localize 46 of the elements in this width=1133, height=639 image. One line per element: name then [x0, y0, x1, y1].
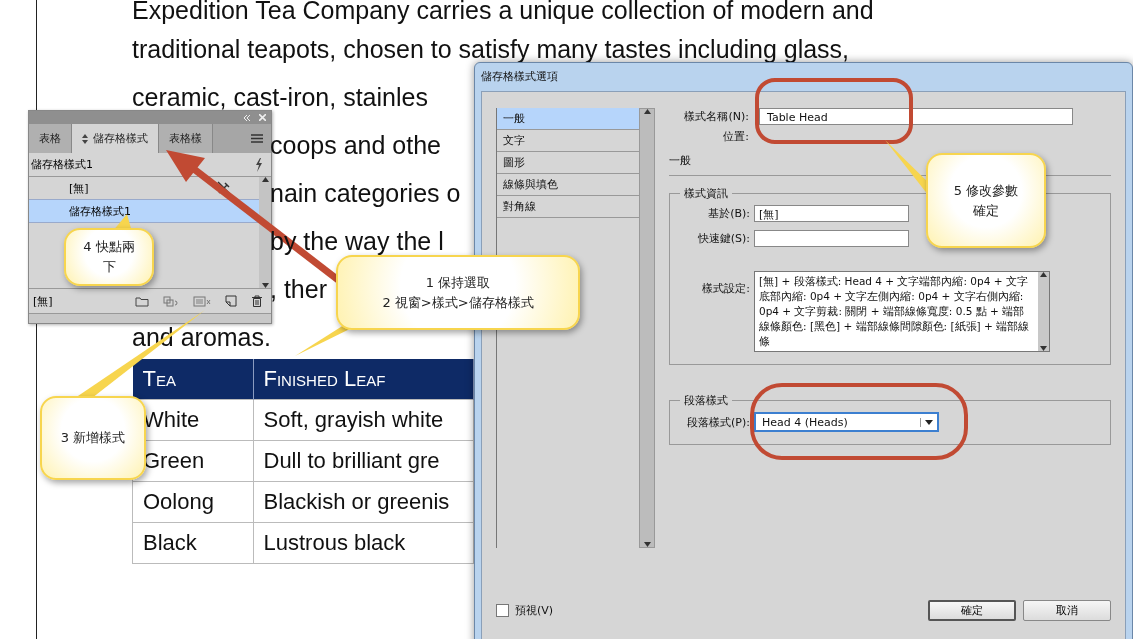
body-text: traditional teapots, chosen to satisfy many tastes including glass, [132, 35, 850, 63]
callout-text: 5 修改參數 [953, 181, 1019, 200]
window-title: 儲存格樣式選項 [481, 69, 559, 85]
callout-text: 確定 [973, 201, 999, 220]
ok-button[interactable]: 確定 [928, 600, 1016, 621]
style-name-field[interactable]: Table Head [759, 108, 1073, 125]
panel-tab[interactable]: 儲存格樣式 [72, 124, 159, 153]
field-label: 基於(B): [707, 206, 750, 221]
body-text: nain categories o [270, 179, 461, 207]
paragraph-style-dropdown[interactable]: Head 4 (Heads) [754, 412, 939, 432]
callout-text: 下 [102, 258, 116, 276]
panel-tab[interactable]: 表格樣 [159, 124, 213, 153]
cancel-button[interactable]: 取消 [1023, 600, 1111, 621]
field-label: 位置: [722, 128, 749, 144]
style-list-item[interactable]: 儲存格樣式1 [29, 199, 259, 223]
body-text: Expedition Tea Company carries a unique collection of modern and [132, 0, 874, 24]
field-label: 樣式設定: [701, 281, 750, 296]
body-text: coops and othe [270, 131, 441, 159]
style-list-item[interactable]: [無] [29, 177, 259, 199]
default-style-label: [無] [33, 293, 53, 309]
table-cell: Oolong [132, 481, 253, 523]
current-style-label: 儲存格樣式1 [31, 157, 93, 172]
table-cell: Lustrous black [253, 522, 474, 564]
field-label: 快速鍵(S): [696, 231, 750, 246]
based-on-dropdown[interactable]: [無] [754, 205, 909, 222]
table-header-cell: Finished Leaf [253, 359, 474, 400]
callout-text: 4 快點兩 [83, 238, 135, 256]
settings-text-area[interactable]: [無] + 段落樣式: Head 4 + 文字端部內縮: 0p4 + 文字底部內縮: 0p4 + 文字左側內縮: 0p4 + 文字右側內縮: 0p4 + 文字剪裁: 關閉 + 端部線條寬度: 0.5 點 + 端部線條顏色: [黑色] + 端部線條間隙顏色: [紙張] + 端部線條 [754, 271, 1050, 352]
body-text: , ther [270, 275, 327, 303]
checkbox-label: 預視(V) [515, 603, 554, 618]
body-text: ceramic, cast-iron, stainles [132, 83, 428, 111]
section-title: 一般 [669, 153, 692, 168]
group-title: 段落樣式 [683, 393, 729, 408]
table-cell: Soft, grayish white [253, 399, 474, 441]
field-label: 段落樣式(P): [686, 414, 750, 430]
panel-tab[interactable]: 表格 [29, 124, 72, 153]
category-item[interactable]: 一般 [497, 108, 639, 130]
table-cell: Black [132, 522, 253, 564]
table-cell: Blackish or greenis [253, 481, 474, 523]
callout-text: 3 新增樣式 [60, 429, 126, 447]
callout-text: 1 保持選取 [425, 273, 491, 292]
callout-text: 2 視窗>樣式>儲存格樣式 [382, 293, 534, 312]
field-label: 樣式名稱(N): [683, 109, 749, 124]
group-title: 樣式資訊 [683, 186, 729, 201]
table-cell: Dull to brilliant gre [253, 440, 474, 482]
table-header-cell: Tea [132, 359, 253, 400]
